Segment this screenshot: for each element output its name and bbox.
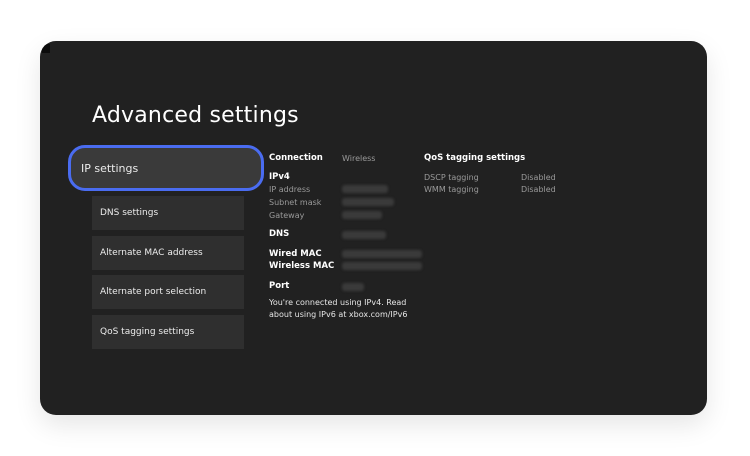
dscp-tagging-value: Disabled [521, 173, 556, 182]
corner-mark [42, 44, 50, 53]
menu-item-dns-settings[interactable]: DNS settings [92, 196, 244, 230]
ipv4-label: IPv4 [269, 172, 290, 182]
connection-value: Wireless [342, 154, 376, 163]
page-title: Advanced settings [92, 103, 299, 128]
wmm-tagging-value: Disabled [521, 185, 556, 194]
ipv6-note-line-1: You're connected using IPv4. Read [269, 298, 407, 307]
redacted-ip-values [342, 185, 394, 224]
menu-item-label: Alternate port selection [100, 287, 207, 297]
menu-item-label: Alternate MAC address [100, 248, 203, 258]
menu-item-label: IP settings [81, 161, 139, 175]
wired-mac-label: Wired MAC [269, 249, 322, 259]
dscp-tagging-label: DSCP tagging [424, 173, 479, 182]
redacted-dns-value [342, 231, 386, 244]
subnet-mask-label: Subnet mask [269, 198, 322, 207]
menu-item-alternate-port-selection[interactable]: Alternate port selection [92, 275, 244, 309]
menu-item-label: DNS settings [100, 208, 159, 218]
ip-address-label: IP address [269, 185, 311, 194]
qos-tagging-summary: QoS tagging settings DSCP tagging Disabl… [424, 153, 574, 203]
ipv6-note-line-2: about using IPv6 at xbox.com/IPv6 [269, 310, 408, 319]
menu-item-label: QoS tagging settings [100, 327, 195, 337]
dns-label: DNS [269, 229, 290, 239]
redacted-mac-values [342, 250, 422, 275]
screen: Advanced settings IP settings DNS settin… [40, 41, 707, 415]
qos-heading: QoS tagging settings [424, 153, 526, 163]
menu-item-qos-tagging-settings[interactable]: QoS tagging settings [92, 315, 244, 349]
wireless-mac-label: Wireless MAC [269, 261, 335, 271]
connection-label: Connection [269, 153, 323, 163]
port-label: Port [269, 281, 290, 291]
menu-item-ip-settings[interactable]: IP settings [68, 145, 264, 191]
redacted-port-value [342, 283, 364, 296]
gateway-label: Gateway [269, 211, 305, 220]
menu-item-alternate-mac-address[interactable]: Alternate MAC address [92, 236, 244, 270]
wmm-tagging-label: WMM tagging [424, 185, 479, 194]
ip-settings-details: Connection Wireless IPv4 IP address Subn… [269, 153, 424, 327]
